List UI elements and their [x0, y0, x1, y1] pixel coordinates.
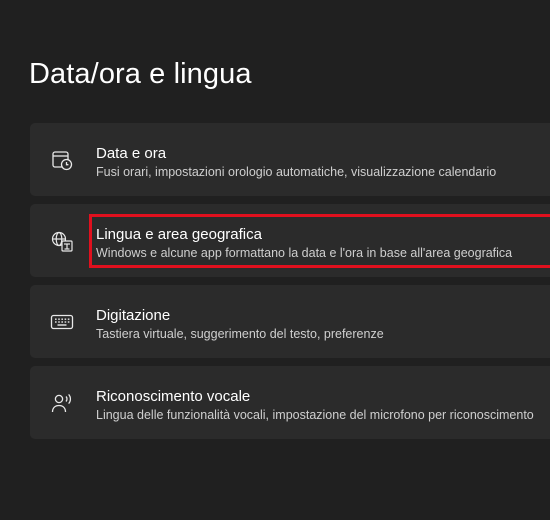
card-riconoscimento-vocale[interactable]: Riconoscimento vocale Lingua delle funzi… — [30, 366, 550, 439]
calendar-clock-icon — [50, 148, 74, 172]
card-title: Lingua e area geografica — [96, 226, 262, 243]
card-data-e-ora[interactable]: Data e ora Fusi orari, impostazioni orol… — [30, 123, 550, 196]
card-subtitle: Windows e alcune app formattano la data … — [96, 246, 513, 260]
settings-page: Data/ora e lingua Data e ora Fusi orari,… — [0, 0, 550, 520]
card-title: Digitazione — [96, 307, 171, 324]
card-title: Riconoscimento vocale — [96, 388, 251, 405]
card-title: Data e ora — [96, 145, 167, 162]
keyboard-icon — [50, 310, 74, 334]
page-title: Data/ora e lingua — [29, 58, 252, 90]
card-lingua-e-area-geografica[interactable]: Lingua e area geografica Windows e alcun… — [30, 204, 550, 277]
card-subtitle: Tastiera virtuale, suggerimento del test… — [96, 327, 384, 341]
card-digitazione[interactable]: Digitazione Tastiera virtuale, suggerime… — [30, 285, 550, 358]
card-subtitle: Fusi orari, impostazioni orologio automa… — [96, 165, 497, 179]
card-subtitle: Lingua delle funzionalità vocali, impost… — [96, 408, 534, 422]
speech-icon — [50, 391, 74, 415]
language-region-icon — [50, 229, 74, 253]
